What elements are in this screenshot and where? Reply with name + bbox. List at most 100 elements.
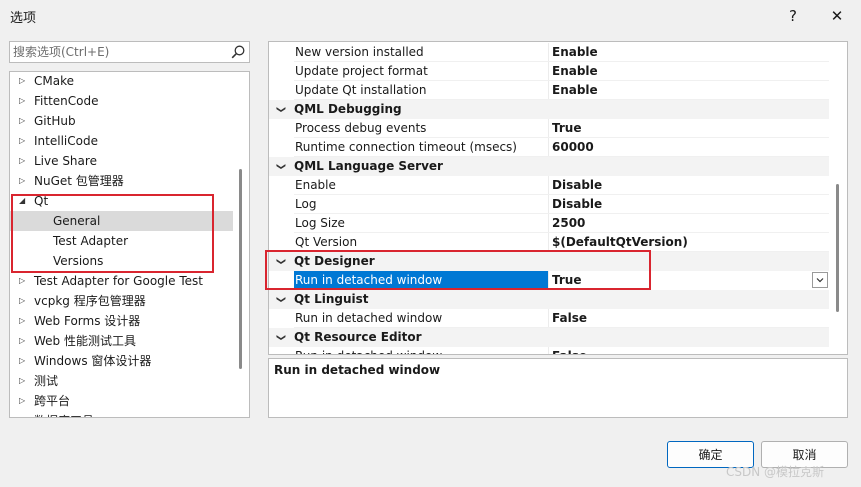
tree-item[interactable]: ▷ Windows 窗体设计器 <box>10 351 233 371</box>
column-divider[interactable] <box>548 195 549 214</box>
collapsed-arrow-icon[interactable]: ▷ <box>19 291 29 311</box>
tree-item[interactable]: ▷ Test Adapter for Google Test <box>10 271 233 291</box>
dropdown-button[interactable] <box>812 272 828 288</box>
category-row[interactable]: ❯ QML Language Server <box>269 157 829 176</box>
options-tree[interactable]: ▷ 数据库工具 ▷ 跨平台 ▷ 测试 ▷ Windows 窗体设计器 ▷ Web 性能测试工具 ▷ W… <box>9 71 250 418</box>
tree-item[interactable]: ◢ Qt <box>10 191 233 211</box>
tree-item[interactable]: ▷ Live Share <box>10 151 233 171</box>
tree-item[interactable]: ▷ CMake <box>10 72 233 91</box>
grid-scrollbar[interactable] <box>836 184 839 312</box>
column-divider[interactable] <box>548 138 549 157</box>
search-box[interactable] <box>9 41 250 63</box>
tree-child-item[interactable]: General <box>10 211 233 231</box>
property-row[interactable]: Runtime connection timeout (msecs) 60000 <box>269 138 829 157</box>
property-value[interactable]: Enable <box>552 43 828 62</box>
property-row[interactable]: New version installed Enable <box>269 43 829 62</box>
property-value[interactable]: 60000 <box>552 138 828 157</box>
property-row[interactable]: Log Size 2500 <box>269 214 829 233</box>
collapse-chevron-icon[interactable]: ❯ <box>270 163 289 171</box>
property-name: Process debug events <box>295 121 427 135</box>
collapsed-arrow-icon[interactable]: ▷ <box>19 311 29 331</box>
tree-item[interactable]: ▷ FittenCode <box>10 91 233 111</box>
property-row[interactable]: Update project format Enable <box>269 62 829 81</box>
collapsed-arrow-icon[interactable]: ▷ <box>19 331 29 351</box>
watermark: CSDN @模拉克斯 <box>726 465 825 479</box>
property-value[interactable]: Enable <box>552 81 828 100</box>
category-row[interactable]: ❯ Qt Designer <box>269 252 829 271</box>
tree-item-label: Versions <box>53 254 104 268</box>
property-row[interactable]: Log Disable <box>269 195 829 214</box>
tree-item-label: vcpkg 程序包管理器 <box>34 294 146 308</box>
collapsed-arrow-icon[interactable]: ▷ <box>19 391 29 411</box>
tree-item-label: IntelliCode <box>34 134 98 148</box>
property-row[interactable]: Update Qt installation Enable <box>269 81 829 100</box>
search-input[interactable] <box>13 44 223 60</box>
collapse-chevron-icon[interactable]: ❯ <box>270 258 289 266</box>
tree-item[interactable]: ▷ 跨平台 <box>10 391 233 411</box>
tree-child-item[interactable]: Test Adapter <box>10 231 233 251</box>
property-value[interactable]: Disable <box>552 195 828 214</box>
tree-item[interactable]: ▷ vcpkg 程序包管理器 <box>10 291 233 311</box>
column-divider[interactable] <box>548 176 549 195</box>
property-row[interactable]: Run in detached window True <box>269 271 829 290</box>
title-bar: 选项 ? ✕ <box>0 0 861 32</box>
tree-scrollbar[interactable] <box>239 169 242 369</box>
category-row[interactable]: ❯ QML Debugging <box>269 100 829 119</box>
collapsed-arrow-icon[interactable]: ▷ <box>19 351 29 371</box>
tree-item[interactable]: ▷ 数据库工具 <box>10 411 233 417</box>
column-divider[interactable] <box>548 214 549 233</box>
collapse-chevron-icon[interactable]: ❯ <box>270 296 289 304</box>
tree-item[interactable]: ▷ NuGet 包管理器 <box>10 171 233 191</box>
category-row[interactable]: ❯ Qt Linguist <box>269 290 829 309</box>
property-value[interactable]: False <box>552 347 828 354</box>
collapsed-arrow-icon[interactable]: ▷ <box>19 111 29 131</box>
column-divider[interactable] <box>548 347 549 354</box>
collapsed-arrow-icon[interactable]: ▷ <box>19 131 29 151</box>
column-divider[interactable] <box>548 43 549 62</box>
column-divider[interactable] <box>548 62 549 81</box>
category-label: QML Debugging <box>294 102 402 116</box>
property-value[interactable]: True <box>552 119 828 138</box>
tree-item-label: GitHub <box>34 114 76 128</box>
collapsed-arrow-icon[interactable]: ▷ <box>19 72 29 91</box>
property-value[interactable]: 2500 <box>552 214 828 233</box>
collapsed-arrow-icon[interactable]: ▷ <box>19 371 29 391</box>
tree-child-item[interactable]: Versions <box>10 251 233 271</box>
collapsed-arrow-icon[interactable]: ▷ <box>19 411 29 417</box>
tree-item[interactable]: ▷ IntelliCode <box>10 131 233 151</box>
property-value[interactable]: Disable <box>552 176 828 195</box>
property-row[interactable]: Qt Version $(DefaultQtVersion) <box>269 233 829 252</box>
close-button[interactable]: ✕ <box>823 3 851 29</box>
property-value[interactable]: False <box>552 309 828 328</box>
property-row[interactable]: Enable Disable <box>269 176 829 195</box>
property-row[interactable]: Run in detached window False <box>269 347 829 354</box>
help-button[interactable]: ? <box>779 3 807 29</box>
row-divider <box>294 327 829 328</box>
collapsed-arrow-icon[interactable]: ▷ <box>19 151 29 171</box>
property-name: Run in detached window <box>294 271 548 290</box>
collapsed-arrow-icon[interactable]: ▷ <box>19 171 29 191</box>
property-value[interactable]: Enable <box>552 62 828 81</box>
collapsed-arrow-icon[interactable]: ▷ <box>19 271 29 291</box>
tree-item[interactable]: ▷ Web Forms 设计器 <box>10 311 233 331</box>
column-divider[interactable] <box>548 309 549 328</box>
column-divider[interactable] <box>548 81 549 100</box>
tree-item[interactable]: ▷ Web 性能测试工具 <box>10 331 233 351</box>
tree-item[interactable]: ▷ GitHub <box>10 111 233 131</box>
column-divider[interactable] <box>548 233 549 252</box>
property-value[interactable]: $(DefaultQtVersion) <box>552 233 828 252</box>
property-row[interactable]: Run in detached window False <box>269 309 829 328</box>
collapsed-arrow-icon[interactable]: ▷ <box>19 91 29 111</box>
property-row[interactable]: Process debug events True <box>269 119 829 138</box>
property-value[interactable]: True <box>552 271 828 290</box>
collapse-chevron-icon[interactable]: ❯ <box>270 334 289 342</box>
expanded-arrow-icon[interactable]: ◢ <box>19 191 29 211</box>
tree-item[interactable]: ▷ 测试 <box>10 371 233 391</box>
collapse-chevron-icon[interactable]: ❯ <box>270 106 289 114</box>
property-grid[interactable]: Run in detached windowFalse❯Qt Resource … <box>268 41 848 355</box>
search-icon[interactable] <box>230 44 246 60</box>
column-divider[interactable] <box>548 271 549 290</box>
column-divider[interactable] <box>548 119 549 138</box>
tree-item-label: FittenCode <box>34 94 99 108</box>
category-row[interactable]: ❯ Qt Resource Editor <box>269 328 829 347</box>
